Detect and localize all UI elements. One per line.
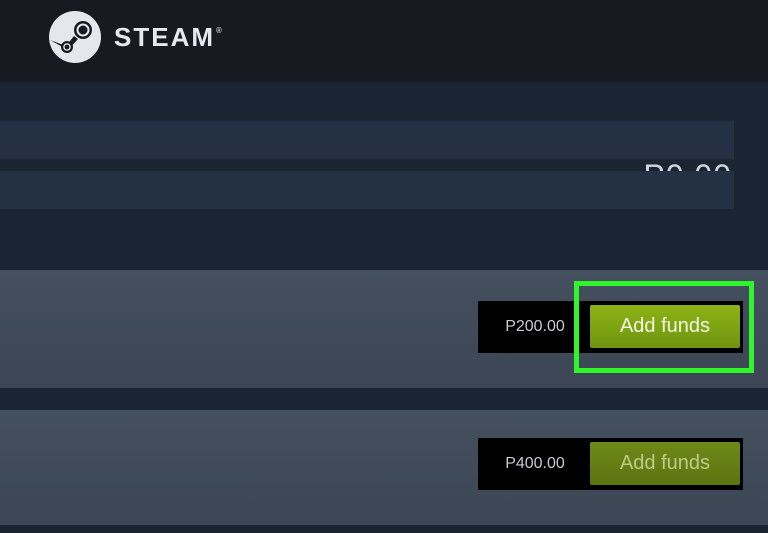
brand-name: STEAM®	[114, 22, 222, 53]
add-funds-button-frame: Add funds	[584, 301, 743, 353]
trademark-symbol: ®	[216, 25, 222, 35]
fund-amount: P200.00	[478, 301, 592, 353]
add-funds-button-frame: Add funds	[584, 438, 743, 490]
header-bar: STEAM®	[0, 0, 768, 82]
info-bar-2	[0, 171, 734, 209]
steam-logo-icon	[49, 11, 101, 63]
add-funds-button[interactable]: Add funds	[590, 442, 740, 485]
info-bar-1	[0, 121, 734, 159]
fund-option-row: P400.00 Add funds	[0, 410, 768, 525]
bottom-strip	[0, 525, 768, 533]
steam-logo[interactable]: STEAM®	[48, 10, 222, 64]
add-funds-button[interactable]: Add funds	[590, 305, 740, 348]
fund-option-row: P200.00 Add funds	[0, 270, 768, 388]
fund-amount: P400.00	[478, 438, 592, 490]
brand-text: STEAM	[114, 21, 215, 52]
steam-wallet-page: STEAM® P0.00 P200.00 Add funds P400.00 A…	[0, 0, 768, 533]
